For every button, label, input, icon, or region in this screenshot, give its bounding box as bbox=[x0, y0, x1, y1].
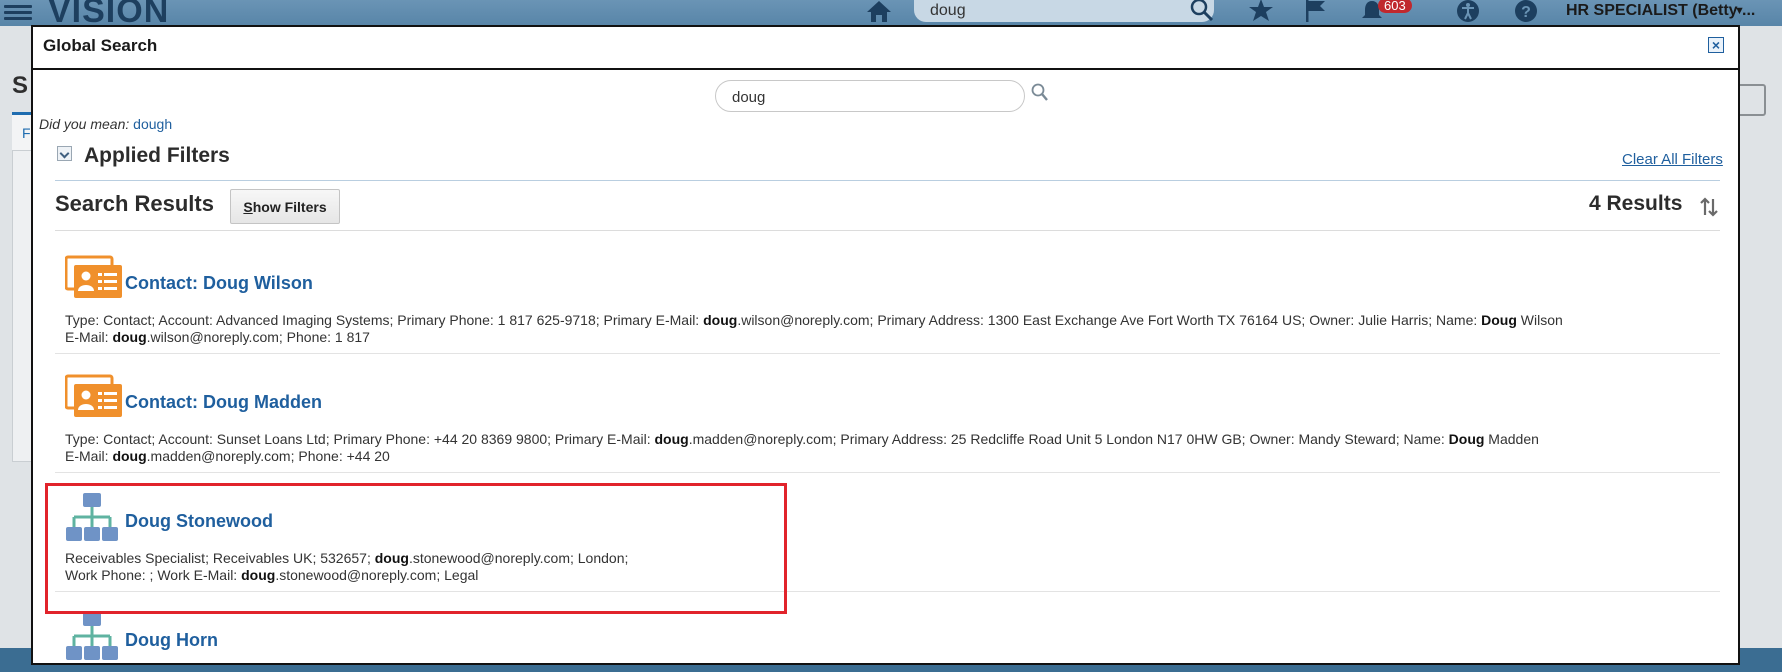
applied-filters-heading: Applied Filters bbox=[84, 144, 230, 167]
contact-card-icon bbox=[65, 255, 122, 298]
user-menu-label[interactable]: HR SPECIALIST (Betty ... bbox=[1566, 2, 1755, 20]
global-search-field[interactable] bbox=[715, 80, 1025, 112]
header-search-icon[interactable] bbox=[1190, 0, 1214, 23]
search-result-item: Contact: Doug Madden Type: Contact; Acco… bbox=[55, 354, 1720, 473]
header-search-field[interactable]: doug bbox=[914, 0, 1214, 22]
watchlist-flag-icon[interactable] bbox=[1303, 0, 1327, 23]
section-divider bbox=[55, 180, 1720, 181]
header-search-value: doug bbox=[930, 2, 966, 19]
description-text: Madden bbox=[1484, 431, 1539, 447]
hamburger-menu-icon[interactable] bbox=[4, 2, 32, 24]
matched-term: doug bbox=[112, 329, 147, 345]
did-you-mean: Did you mean: dough bbox=[39, 116, 172, 132]
applied-filters-disclosure-icon[interactable] bbox=[57, 146, 72, 161]
results-count: 4 Results bbox=[1589, 192, 1683, 215]
description-text: .wilson@noreply.com; Phone: 1 817 bbox=[146, 329, 370, 345]
background-tab-fragment: F bbox=[12, 112, 32, 151]
dialog-header: Global Search × bbox=[33, 27, 1738, 70]
matched-term: doug bbox=[112, 448, 147, 464]
description-text: .wilson@noreply.com; Primary Address: 13… bbox=[737, 312, 1482, 328]
description-text: .madden@noreply.com; Primary Address: 25… bbox=[688, 431, 1449, 447]
close-dialog-button[interactable]: × bbox=[1708, 37, 1724, 53]
search-icon[interactable] bbox=[1031, 83, 1049, 103]
result-title-link[interactable]: Contact: Doug Madden bbox=[125, 392, 322, 413]
description-text: E-Mail: bbox=[65, 329, 113, 345]
chevron-down-icon[interactable]: ▼ bbox=[1734, 5, 1745, 17]
global-search-input[interactable] bbox=[730, 87, 1004, 107]
description-text: .madden@noreply.com; Phone: +44 20 bbox=[146, 448, 390, 464]
dialog-title: Global Search bbox=[43, 36, 158, 55]
description-text: Wilson bbox=[1516, 312, 1563, 328]
result-description-line-2: E-Mail: doug.madden@noreply.com; Phone: … bbox=[65, 448, 390, 465]
matched-term: doug bbox=[703, 312, 738, 328]
description-text: Type: Contact; Account: Sunset Loans Ltd… bbox=[65, 431, 655, 447]
background-page-title-fragment: S bbox=[12, 72, 29, 99]
search-results-heading: Search Results bbox=[55, 191, 214, 216]
show-filters-button[interactable]: Show Filters bbox=[230, 189, 340, 224]
highlight-annotation-box bbox=[45, 483, 787, 614]
result-description-line-2: E-Mail: doug.wilson@noreply.com; Phone: … bbox=[65, 329, 370, 346]
org-chart-icon bbox=[66, 612, 118, 660]
result-title-link[interactable]: Contact: Doug Wilson bbox=[125, 273, 313, 294]
description-text: E-Mail: bbox=[65, 448, 113, 464]
clear-all-filters-link[interactable]: Clear All Filters bbox=[1622, 151, 1723, 168]
help-icon[interactable]: ? bbox=[1514, 0, 1538, 23]
contact-card-icon bbox=[65, 374, 122, 417]
background-grid-icon bbox=[1736, 84, 1766, 116]
result-description-line-1: Type: Contact; Account: Sunset Loans Ltd… bbox=[65, 431, 1539, 448]
description-text: Type: Contact; Account: Advanced Imaging… bbox=[65, 312, 704, 328]
svg-text:?: ? bbox=[1521, 4, 1531, 21]
matched-term: doug bbox=[654, 431, 689, 447]
app-header: VISION doug 603 ? HR SPECIALIST (Betty .… bbox=[0, 0, 1782, 30]
favorites-star-icon[interactable] bbox=[1248, 0, 1274, 22]
results-divider bbox=[55, 230, 1720, 231]
did-you-mean-suggestion-link[interactable]: dough bbox=[133, 116, 172, 132]
matched-term: Doug bbox=[1448, 431, 1485, 447]
accessibility-icon[interactable] bbox=[1456, 0, 1480, 23]
did-you-mean-label: Did you mean: bbox=[39, 116, 130, 132]
home-icon[interactable] bbox=[866, 0, 892, 22]
search-result-item: Contact: Doug Wilson Type: Contact; Acco… bbox=[55, 235, 1720, 354]
result-description-line-1: Type: Contact; Account: Advanced Imaging… bbox=[65, 312, 1563, 329]
sort-icon[interactable] bbox=[1699, 197, 1719, 217]
notification-count-badge[interactable]: 603 bbox=[1378, 0, 1412, 13]
matched-term: Doug bbox=[1481, 312, 1517, 328]
